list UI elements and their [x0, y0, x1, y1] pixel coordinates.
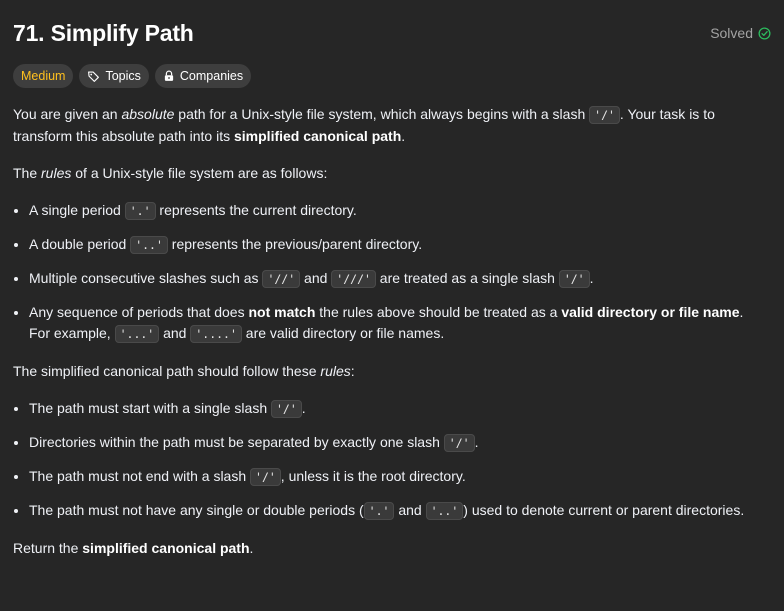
list-item: The path must not end with a slash '/', … [29, 466, 748, 488]
text: path for a Unix-style file system, which… [174, 106, 590, 122]
text: . [401, 128, 406, 144]
text: and [300, 270, 332, 286]
code-slash: '/' [558, 270, 590, 288]
code-slash: '/' [589, 106, 620, 124]
topics-label: Topics [105, 69, 141, 83]
code-slash: '/' [443, 434, 475, 452]
companies-label: Companies [179, 69, 244, 83]
topics-button[interactable]: Topics [79, 64, 149, 88]
bold-not-match: not match [248, 304, 316, 320]
bold-canonical-path: simplified canonical path [234, 128, 402, 144]
bold-canonical-path: simplified canonical path [82, 540, 250, 556]
title-row: 71. Simplify Path Solved [13, 18, 771, 48]
list-item: The path must start with a single slash … [29, 398, 748, 420]
canonical-rules-list: The path must start with a single slash … [13, 398, 748, 522]
text: Any sequence of periods that does [29, 304, 249, 320]
emphasis-rules: rules [320, 363, 351, 379]
code-double-period: '..' [130, 236, 168, 254]
code-double-slash: '//' [262, 270, 301, 288]
solved-label: Solved [710, 25, 753, 41]
emphasis-absolute: absolute [121, 106, 175, 122]
text: The path must start with a single slash [29, 400, 271, 416]
text: are valid directory or file names. [241, 325, 445, 341]
text: The path must not have any single or dou… [29, 502, 364, 518]
difficulty-badge: Medium [13, 64, 74, 88]
text: The [13, 165, 42, 181]
code-single-period: '.' [363, 502, 395, 520]
list-item: A single period '.' represents the curre… [29, 200, 748, 222]
code-slash: '/' [250, 468, 281, 486]
code-triple-slash: '///' [331, 270, 376, 288]
tags-row: Medium Topics Companies [13, 64, 252, 88]
text: and [159, 325, 191, 341]
code-slash: '/' [271, 400, 302, 418]
solved-status: Solved [710, 25, 771, 41]
problem-description-panel: 71. Simplify Path Solved Medium Topics C… [0, 0, 784, 611]
text: : [350, 363, 355, 379]
text: , unless it is the root directory. [280, 468, 466, 484]
text: The path must not end with a slash [29, 468, 251, 484]
companies-button[interactable]: Companies [154, 64, 252, 88]
text: the rules above should be treated as a [315, 304, 562, 320]
list-item: Any sequence of periods that does not ma… [29, 302, 748, 345]
intro-paragraph: You are given an absolute path for a Uni… [13, 104, 748, 147]
rules-intro-paragraph: The rules of a Unix-style file system ar… [13, 163, 748, 184]
code-double-period: '..' [425, 502, 464, 520]
unix-rules-list: A single period '.' represents the curre… [13, 200, 748, 345]
text: . [249, 540, 254, 556]
text: . [474, 434, 479, 450]
code-single-period: '.' [124, 202, 156, 220]
text: and [394, 502, 426, 518]
problem-content: You are given an absolute path for a Uni… [13, 104, 748, 575]
lock-icon [163, 70, 175, 82]
return-paragraph: Return the simplified canonical path. [13, 538, 748, 559]
text: represents the current directory. [155, 202, 357, 218]
text: represents the previous/parent directory… [167, 236, 423, 252]
list-item: A double period '..' represents the prev… [29, 234, 748, 256]
canonical-intro-paragraph: The simplified canonical path should fol… [13, 361, 748, 382]
text: . [301, 400, 306, 416]
code-four-periods: '....' [190, 325, 242, 343]
text: are treated as a single slash [375, 270, 559, 286]
check-circle-icon [758, 26, 771, 40]
list-item: Directories within the path must be sepa… [29, 432, 748, 454]
text: The simplified canonical path should fol… [13, 363, 321, 379]
text: . [589, 270, 594, 286]
text: ) used to denote current or parent direc… [463, 502, 745, 518]
text: A single period [29, 202, 125, 218]
text: Return the [13, 540, 83, 556]
text: Multiple consecutive slashes such as [29, 270, 263, 286]
code-three-periods: '...' [114, 325, 160, 343]
text: You are given an [13, 106, 122, 122]
text: A double period [29, 236, 131, 252]
problem-title[interactable]: 71. Simplify Path [13, 20, 194, 47]
emphasis-rules: rules [41, 165, 72, 181]
tag-icon [87, 70, 100, 83]
text: Directories within the path must be sepa… [29, 434, 444, 450]
list-item: The path must not have any single or dou… [29, 500, 748, 522]
list-item: Multiple consecutive slashes such as '//… [29, 268, 748, 290]
text: of a Unix-style file system are as follo… [71, 165, 328, 181]
difficulty-label: Medium [21, 69, 66, 83]
bold-valid-name: valid directory or file name [561, 304, 740, 320]
